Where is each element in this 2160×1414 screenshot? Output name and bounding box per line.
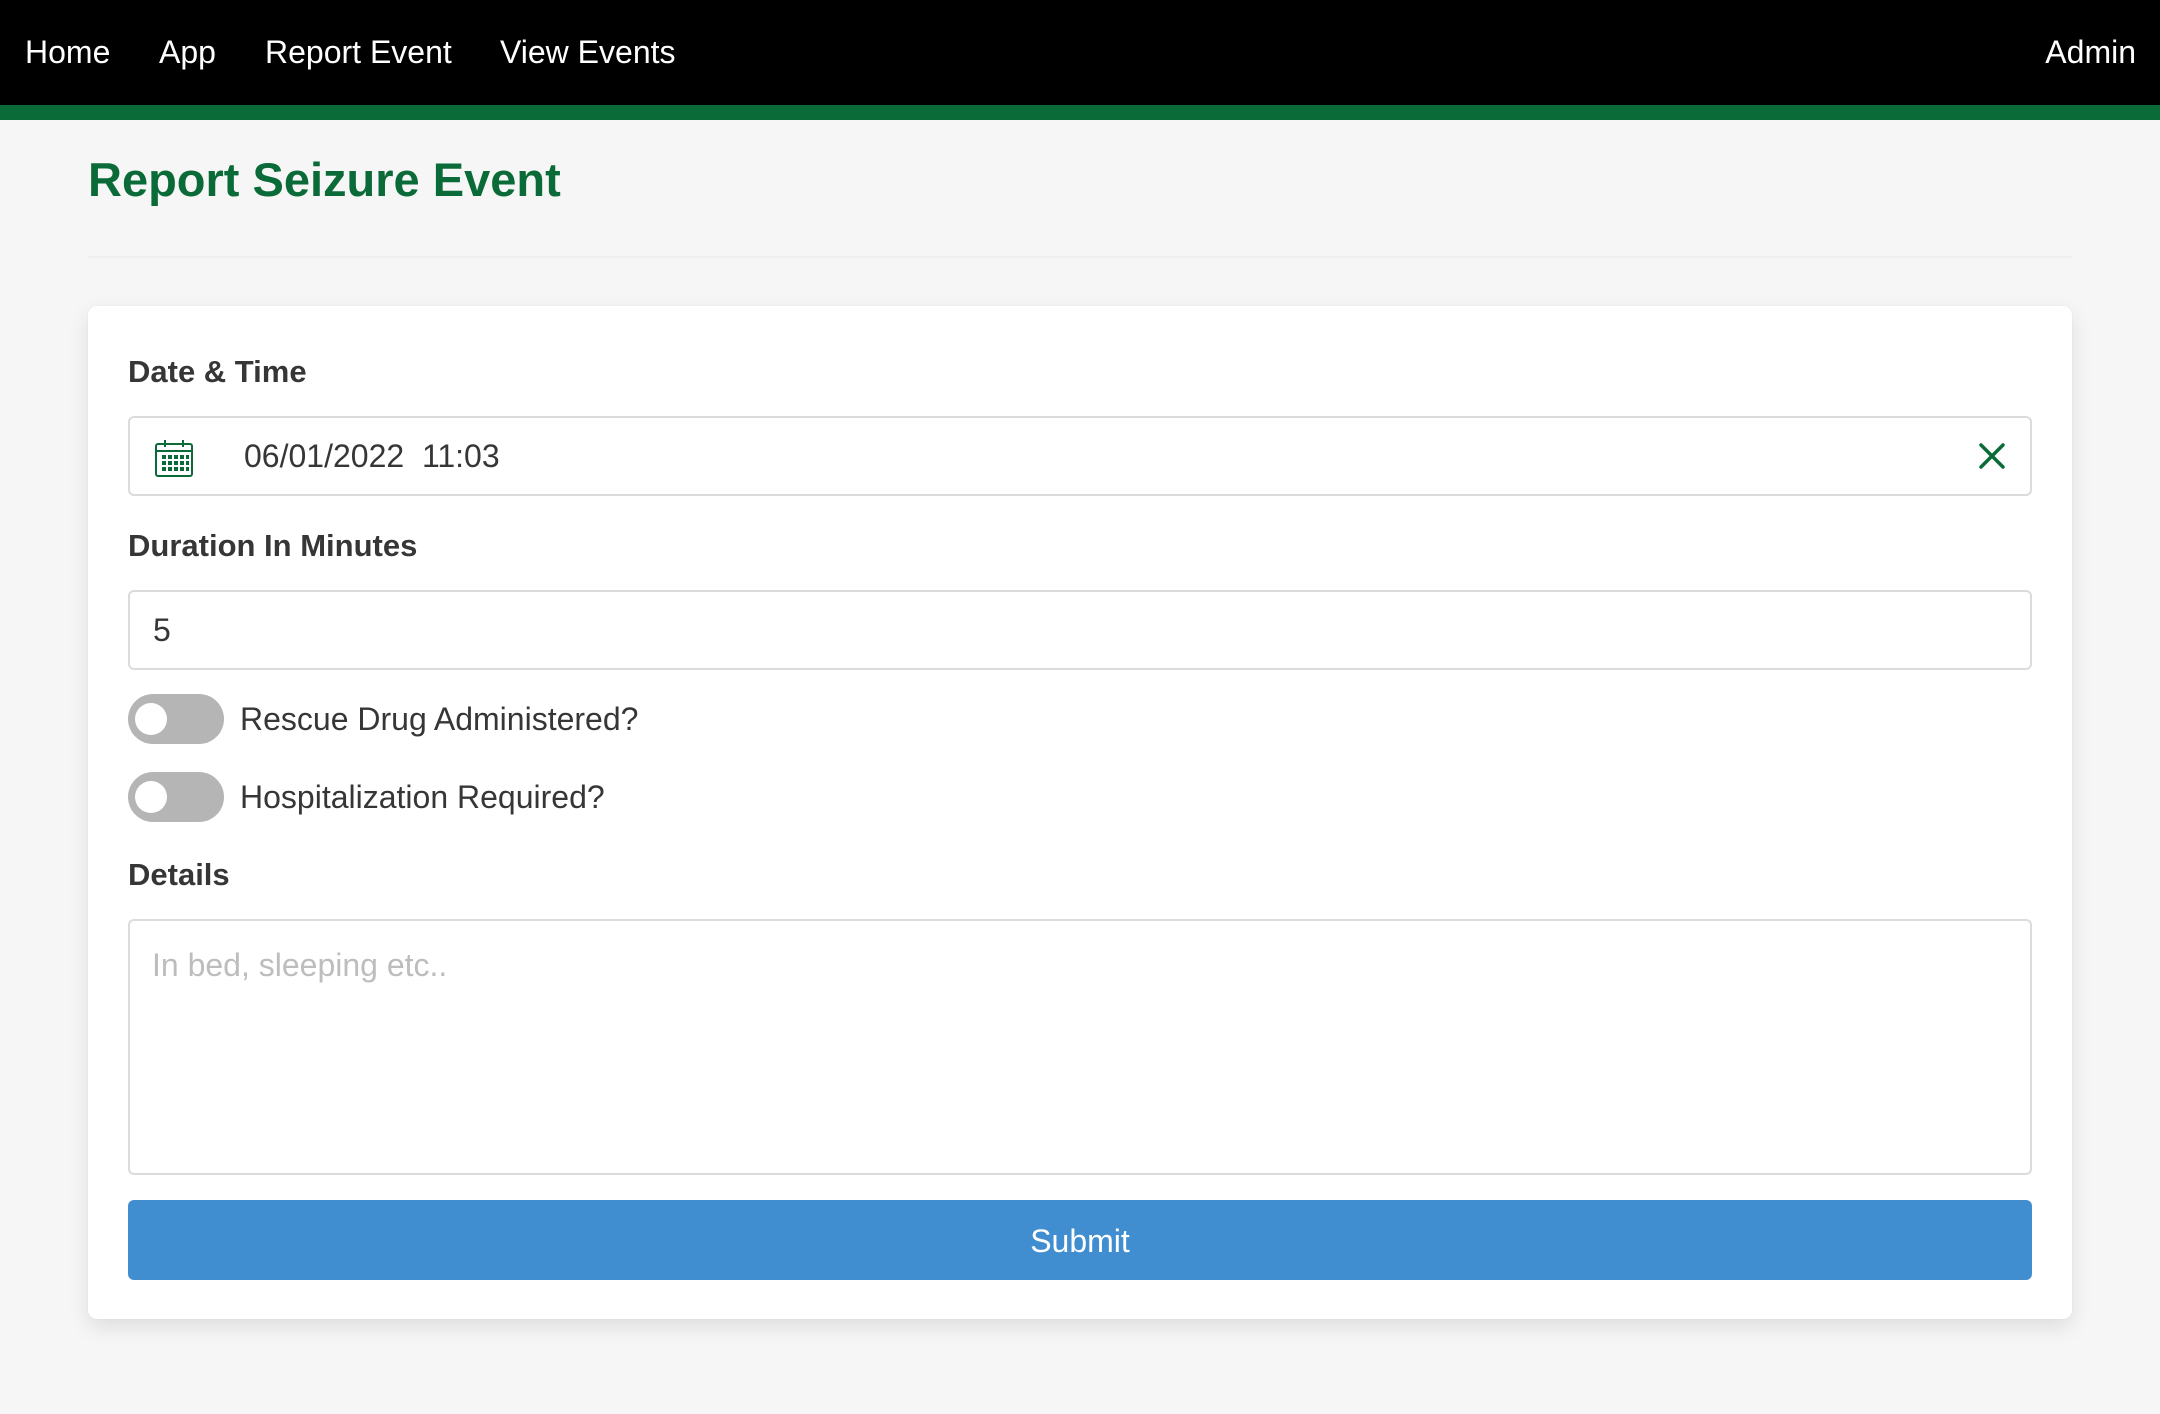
- datetime-value[interactable]: 06/01/2022 11:03: [244, 418, 500, 494]
- title-divider: [88, 256, 2072, 258]
- nav-item-report-event[interactable]: Report Event: [265, 0, 452, 105]
- duration-value[interactable]: 5: [153, 592, 171, 668]
- close-icon[interactable]: [1974, 438, 2010, 474]
- nav-item-home[interactable]: Home: [25, 0, 110, 105]
- rescue-drug-label[interactable]: Rescue Drug Administered?: [240, 694, 638, 744]
- report-form-card: Date & Time 06/01/2022 11:03 Duration In…: [88, 306, 2072, 1319]
- duration-input[interactable]: 5: [128, 590, 2032, 670]
- hospitalization-label[interactable]: Hospitalization Required?: [240, 772, 605, 822]
- nav-item-view-events[interactable]: View Events: [500, 0, 676, 105]
- page-title: Report Seizure Event: [88, 153, 561, 206]
- submit-button[interactable]: Submit: [128, 1200, 2032, 1280]
- toggle-switch[interactable]: [128, 694, 224, 744]
- duration-label: Duration In Minutes: [128, 528, 418, 563]
- datetime-picker[interactable]: 06/01/2022 11:03: [128, 416, 2032, 496]
- details-textarea[interactable]: [128, 919, 2032, 1175]
- datetime-label: Date & Time: [128, 354, 307, 389]
- calendar-icon[interactable]: [154, 438, 194, 478]
- date-value[interactable]: 06/01/2022: [244, 438, 404, 474]
- toggle-knob: [135, 703, 167, 735]
- time-value[interactable]: 11:03: [422, 438, 500, 474]
- toggle-knob: [135, 781, 167, 813]
- nav-item-admin[interactable]: Admin: [2045, 0, 2136, 105]
- details-label: Details: [128, 857, 230, 892]
- nav-item-app[interactable]: App: [159, 0, 216, 105]
- top-navbar: Home App Report Event View Events Admin: [0, 0, 2160, 120]
- toggle-switch[interactable]: [128, 772, 224, 822]
